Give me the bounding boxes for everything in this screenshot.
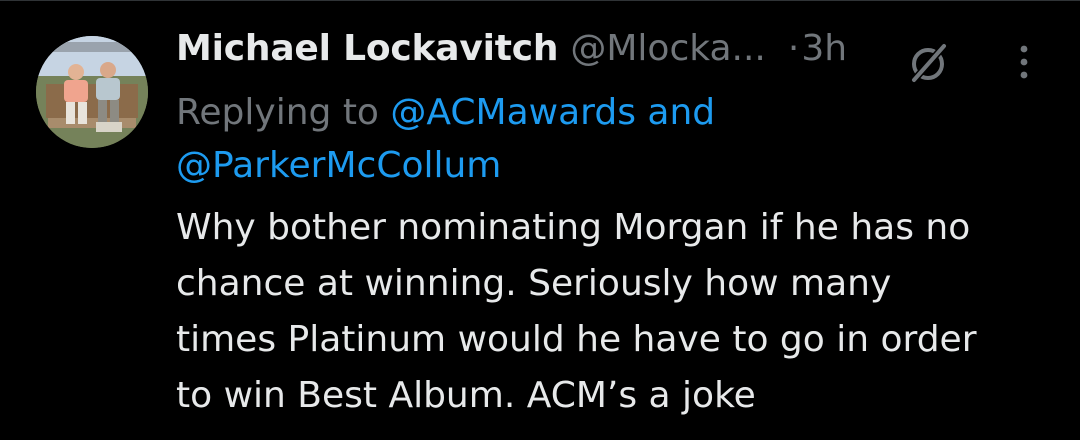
mention-joiner: and	[647, 92, 716, 133]
tweet-text-line: chance at winning. Seriously how many	[176, 263, 892, 304]
avatar-image	[36, 36, 148, 148]
tweet-text-line: times Platinum would he have to go in or…	[176, 319, 977, 360]
avatar[interactable]	[36, 36, 148, 148]
tweet-text-line: to win Best Album. ACM’s a joke	[176, 375, 756, 416]
tweet[interactable]: Michael Lockavitch @Mlocka... · 3h Reply…	[0, 0, 1080, 440]
user-handle[interactable]: @Mlocka...	[570, 28, 766, 69]
grok-icon[interactable]	[904, 40, 952, 88]
timestamp[interactable]: 3h	[801, 28, 847, 69]
separator-dot: ·	[787, 28, 800, 69]
tweet-text-line: Why bother nominating Morgan if he has n…	[176, 207, 971, 248]
tweet-text: Why bother nominating Morgan if he has n…	[176, 200, 1036, 424]
display-name[interactable]: Michael Lockavitch	[176, 28, 559, 69]
more-icon[interactable]	[1004, 42, 1044, 82]
replying-to: Replying to @ACMawards and @ParkerMcColl…	[176, 86, 1036, 192]
tweet-content: Michael Lockavitch @Mlocka... · 3h Reply…	[176, 28, 1036, 424]
mention-parkermccollum[interactable]: @ParkerMcCollum	[176, 145, 501, 186]
replying-prefix: Replying to	[176, 92, 379, 133]
mention-acmawards[interactable]: @ACMawards	[390, 92, 636, 133]
